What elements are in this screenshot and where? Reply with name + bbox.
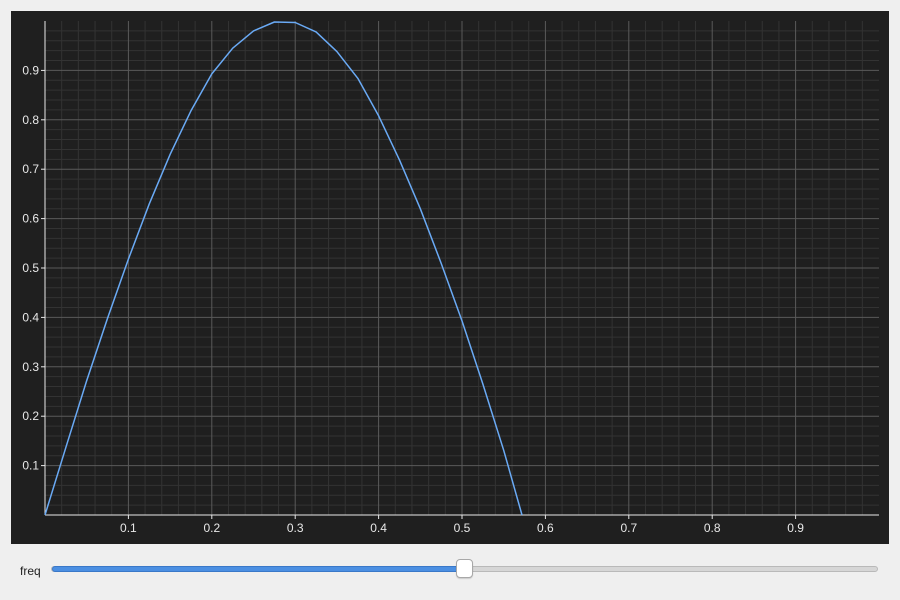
x-tick-label: 0.7 <box>620 521 637 535</box>
x-tick-label: 0.4 <box>370 521 387 535</box>
y-tick-label: 0.6 <box>22 212 39 226</box>
x-tick-label: 0.9 <box>787 521 804 535</box>
freq-slider-fill <box>52 566 466 572</box>
y-tick-label: 0.9 <box>22 63 39 77</box>
x-tick-label: 0.6 <box>537 521 554 535</box>
x-tick-label: 0.3 <box>287 521 304 535</box>
y-tick-label: 0.7 <box>22 162 39 176</box>
y-tick-label: 0.3 <box>22 360 39 374</box>
y-tick-label: 0.1 <box>22 459 39 473</box>
y-tick-label: 0.5 <box>22 261 39 275</box>
x-tick-label: 0.1 <box>120 521 137 535</box>
y-tick-label: 0.8 <box>22 113 39 127</box>
x-tick-label: 0.5 <box>454 521 471 535</box>
controls-bar: freq <box>0 552 900 592</box>
x-tick-label: 0.2 <box>203 521 220 535</box>
freq-slider-handle[interactable] <box>455 559 473 578</box>
x-tick-label: 0.8 <box>704 521 721 535</box>
y-tick-label: 0.2 <box>22 409 39 423</box>
y-tick-label: 0.4 <box>22 310 39 324</box>
line-chart: 0.1 0.2 0.3 0.4 0.5 0.6 0.7 0.8 0.9 0.1 0.2 0.3 0.4 0… <box>22 21 879 535</box>
freq-slider-label: freq <box>20 564 41 578</box>
plot-panel: 0.1 0.2 0.3 0.4 0.5 0.6 0.7 0.8 0.9 0.1 0.2 0.3 0.4 0… <box>11 11 889 544</box>
